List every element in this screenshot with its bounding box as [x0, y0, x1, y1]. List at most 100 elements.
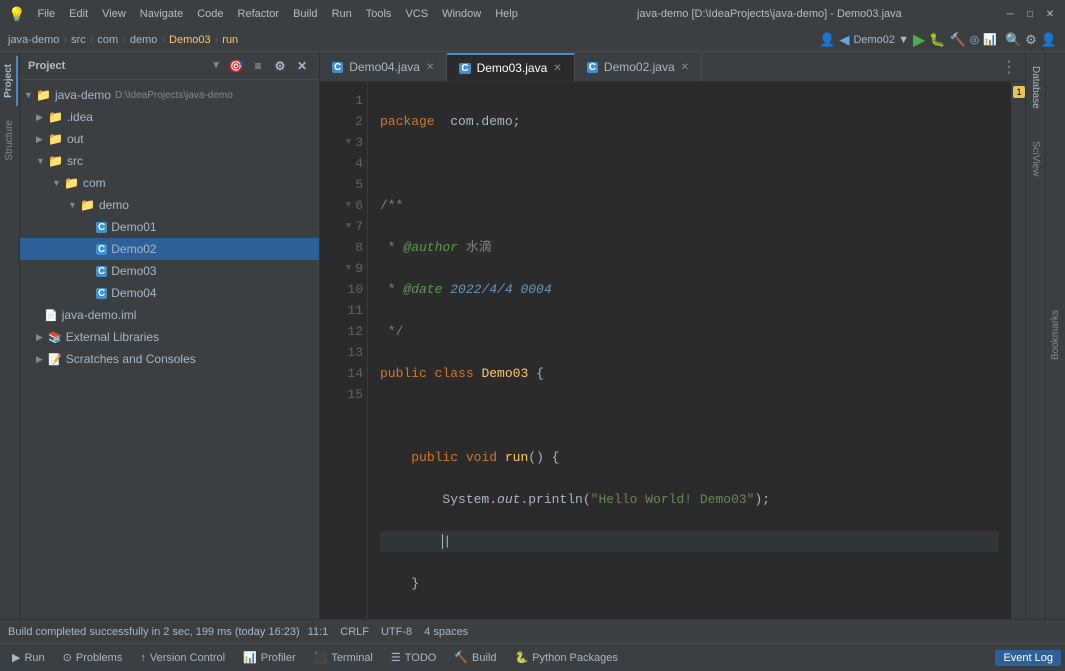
demo03-java-icon: C: [96, 266, 107, 277]
collapse-all-icon[interactable]: ≡: [249, 57, 267, 75]
fold-icon-9[interactable]: ▼: [346, 258, 351, 279]
close-button[interactable]: ✕: [1043, 7, 1057, 21]
menu-view[interactable]: View: [96, 6, 132, 22]
debug-button[interactable]: 🐛: [929, 32, 945, 48]
coverage-button[interactable]: ◎: [970, 33, 980, 46]
breadcrumb-part-1[interactable]: java-demo: [8, 34, 59, 46]
menu-tools[interactable]: Tools: [360, 6, 398, 22]
project-panel: Project ▼ 🎯 ≡ ⚙ ✕ ▼ 📁 java-demo D:\IdeaP…: [20, 52, 320, 619]
code-editor[interactable]: package com.demo; /** * @author 水滴 * @da…: [368, 82, 1011, 619]
version-control-button[interactable]: ↑ Version Control: [132, 650, 233, 666]
com-folder-icon: 📁: [64, 176, 79, 190]
todo-button[interactable]: ☰ TODO: [383, 649, 444, 666]
fold-icon-3[interactable]: ▼: [346, 132, 351, 153]
demo04-tab-close[interactable]: ✕: [426, 62, 434, 73]
problems-button[interactable]: ⊙ Problems: [55, 649, 131, 666]
project-panel-header: Project ▼ 🎯 ≡ ⚙ ✕: [20, 52, 319, 80]
tab-demo03[interactable]: C Demo03.java ✕: [447, 53, 574, 81]
help-button[interactable]: 👤: [1041, 32, 1057, 48]
profiler-button[interactable]: 📊: [983, 33, 997, 46]
build-tool-button[interactable]: 🔨 Build: [446, 649, 504, 666]
tree-src-item[interactable]: ▼ 📁 src: [20, 150, 319, 172]
warning-indicator[interactable]: 1: [1013, 86, 1025, 98]
menu-refactor[interactable]: Refactor: [232, 6, 286, 22]
tree-out-item[interactable]: ▶ 📁 out: [20, 128, 319, 150]
cursor-position[interactable]: 11:1: [308, 626, 329, 638]
status-message: Build completed successfully in 2 sec, 1…: [8, 626, 300, 638]
menu-build[interactable]: Build: [287, 6, 323, 22]
demo02-tab-label: Demo02.java: [604, 60, 675, 74]
run-button[interactable]: ▶: [913, 30, 925, 50]
indent-settings[interactable]: 4 spaces: [424, 626, 468, 638]
python-packages-button[interactable]: 🐍 Python Packages: [507, 649, 626, 666]
vcs-icon[interactable]: 👤: [819, 32, 835, 48]
fold-icon-7[interactable]: ▼: [346, 216, 351, 237]
tree-demo01-item[interactable]: C Demo01: [20, 216, 319, 238]
sciview-panel-tab[interactable]: SciView: [1028, 135, 1043, 182]
file-encoding[interactable]: UTF-8: [381, 626, 412, 638]
build-button[interactable]: 🔨: [949, 32, 965, 48]
demo02-tab-close[interactable]: ✕: [681, 62, 689, 73]
maximize-button[interactable]: □: [1023, 7, 1037, 21]
locate-icon[interactable]: 🎯: [227, 57, 245, 75]
tree-iml-item[interactable]: 📄 java-demo.iml: [20, 304, 319, 326]
close-panel-icon[interactable]: ✕: [293, 57, 311, 75]
minimize-button[interactable]: ─: [1003, 7, 1017, 21]
tab-demo02[interactable]: C Demo02.java ✕: [575, 53, 702, 81]
fold-icon-6[interactable]: ▼: [346, 195, 351, 216]
settings-button[interactable]: ⚙: [1025, 32, 1037, 48]
tree-scratches-item[interactable]: ▶ 📝 Scratches and Consoles: [20, 348, 319, 370]
menu-file[interactable]: File: [31, 6, 61, 22]
breadcrumb-part-3[interactable]: com: [97, 34, 118, 46]
tree-root-item[interactable]: ▼ 📁 java-demo D:\IdeaProjects\java-demo: [20, 84, 319, 106]
demo01-java-icon: C: [96, 222, 107, 233]
menu-run[interactable]: Run: [326, 6, 358, 22]
tree-extlibs-item[interactable]: ▶ 📚 External Libraries: [20, 326, 319, 348]
tree-demo-item[interactable]: ▼ 📁 demo: [20, 194, 319, 216]
run-tool-label: Run: [24, 652, 44, 664]
menu-vcs[interactable]: VCS: [399, 6, 434, 22]
demo03-tab-icon: C: [459, 63, 470, 74]
tree-com-item[interactable]: ▼ 📁 com: [20, 172, 319, 194]
search-button[interactable]: 🔍: [1005, 32, 1021, 48]
menu-bar[interactable]: File Edit View Navigate Code Refactor Bu…: [31, 6, 523, 22]
breadcrumb-part-6[interactable]: run: [222, 34, 238, 46]
menu-navigate[interactable]: Navigate: [134, 6, 189, 22]
sidebar-project-tab[interactable]: Project: [1, 56, 18, 106]
tree-demo02-item[interactable]: C Demo02: [20, 238, 319, 260]
event-log-button[interactable]: Event Log: [995, 650, 1061, 666]
menu-edit[interactable]: Edit: [63, 6, 94, 22]
back-icon[interactable]: ◀: [839, 32, 849, 48]
settings-icon[interactable]: ⚙: [271, 57, 289, 75]
tree-idea-item[interactable]: ▶ 📁 .idea: [20, 106, 319, 128]
tree-demo03-item[interactable]: C Demo03: [20, 260, 319, 282]
tab-demo04[interactable]: C Demo04.java ✕: [320, 53, 447, 81]
window-controls[interactable]: ─ □ ✕: [1003, 7, 1057, 21]
run-config-dropdown-icon[interactable]: ▼: [898, 34, 909, 46]
line-separator[interactable]: CRLF: [340, 626, 369, 638]
tree-demo04-item[interactable]: C Demo04: [20, 282, 319, 304]
database-panel-tab[interactable]: Database: [1028, 60, 1043, 115]
menu-help[interactable]: Help: [489, 6, 524, 22]
menu-window[interactable]: Window: [436, 6, 487, 22]
demo-folder-icon: 📁: [80, 198, 95, 212]
sidebar-structure-tab[interactable]: Structure: [2, 114, 17, 167]
demo03-tab-close[interactable]: ✕: [553, 63, 561, 74]
run-tool-button[interactable]: ▶ Run: [4, 649, 53, 666]
out-label: out: [67, 132, 84, 146]
breadcrumb-part-5[interactable]: Demo03: [169, 34, 211, 46]
status-right: 11:1 CRLF UTF-8 4 spaces: [308, 626, 469, 638]
menu-code[interactable]: Code: [191, 6, 229, 22]
project-header-icons[interactable]: 🎯 ≡ ⚙ ✕: [227, 57, 311, 75]
editor-content: 1 2 ▼ 3 4 5 ▼ 6 ▼ 7 8 ▼ 9: [320, 82, 1025, 619]
breadcrumb-part-2[interactable]: src: [71, 34, 86, 46]
demo-label: demo: [99, 198, 129, 212]
terminal-button[interactable]: ⬛ Terminal: [306, 649, 381, 666]
breadcrumb-part-4[interactable]: demo: [130, 34, 158, 46]
terminal-icon: ⬛: [314, 651, 328, 664]
toolbar-right: 👤 ◀ Demo02 ▼ ▶ 🐛 🔨 ◎ 📊 🔍 ⚙ 👤: [819, 30, 1057, 50]
tab-more-button[interactable]: ⋮: [993, 53, 1025, 81]
run-config[interactable]: Demo02 ▼: [853, 34, 909, 46]
bookmarks-tab[interactable]: Bookmarks: [1050, 310, 1061, 360]
profiler-button[interactable]: 📊 Profiler: [235, 649, 304, 666]
